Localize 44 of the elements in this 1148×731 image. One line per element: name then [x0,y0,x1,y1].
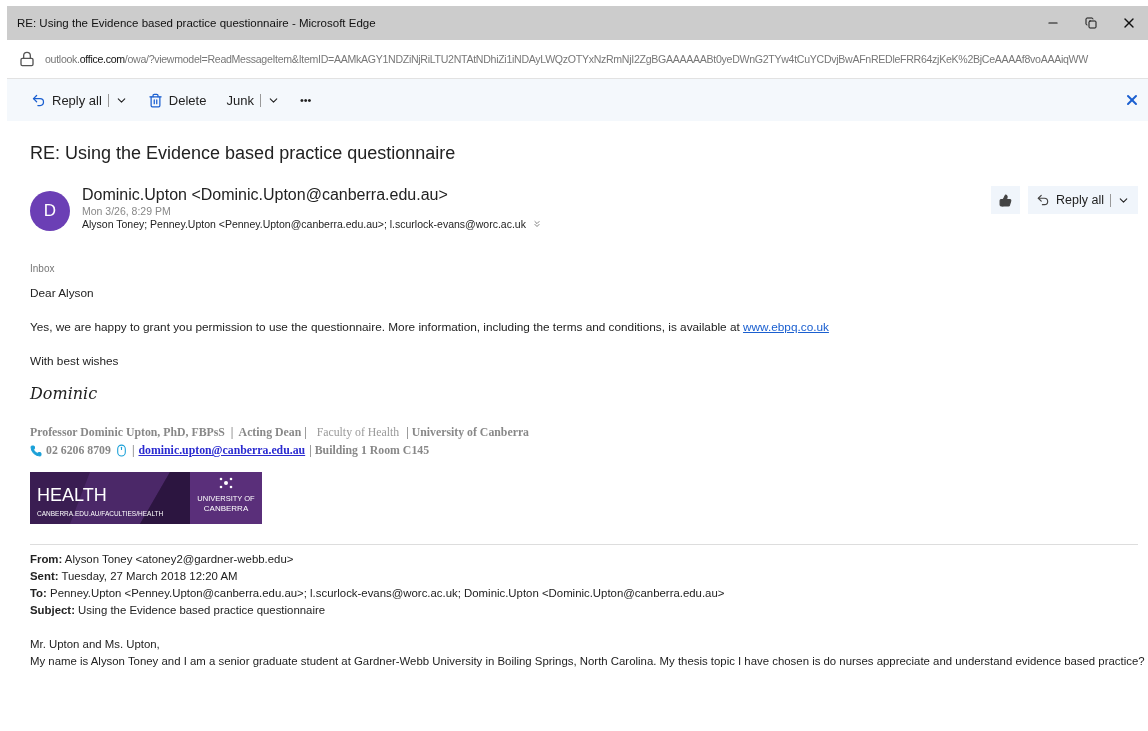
window-title: RE: Using the Evidence based practice questionnaire - Microsoft Edge [17,17,377,29]
email-link[interactable]: dominic.upton@canberra.edu.au [138,443,306,458]
quoted-header-line: Sent: Tuesday, 27 March 2018 12:20 AM [30,569,239,584]
reply-all-icon [31,92,46,108]
phone-number: 02 6206 8709 [46,443,111,458]
quoted-header-line: From: Alyson Toney <atoney2@gardner-webb.edu> [30,552,295,567]
signature-text: Faculty of Health [315,425,400,440]
sender-name: Dominic.Upton <Dominic.Upton@canberra.edu.au> [82,186,449,204]
folder-label: Inbox [30,263,56,274]
recipients: Alyson Toney; Penney.Upton <Penney.Upton@canberra.edu.au>; l.scurlock-evans@worc.ac.uk [82,218,526,230]
junk-button[interactable]: Junk [224,90,282,110]
mouse-icon [114,444,128,457]
expand-icon[interactable] [531,219,542,229]
restore-icon [1085,17,1097,29]
quoted-header-line: Subject: Using the Evidence based practice questionnaire [30,603,327,618]
like-button[interactable] [991,186,1021,214]
university-name: CANBERRA [202,504,250,513]
close-icon[interactable] [1124,92,1140,108]
signature-text: | University of Canberra [405,425,529,440]
message-date: Mon 3/26, 8:29 PM [82,205,171,217]
signature-text: Professor Dominic Upton, PhD, FBPsS | Acting Dean | [30,425,308,440]
phone-icon [30,444,42,457]
quoted-header-line: To: Penney.Upton <Penney.Upton@canberra.edu.au>; l.scurlock-evans@worc.ac.uk; Dominic.Upton <Dominic.Upton@canberra.edu.au> [30,586,726,601]
message-subject: RE: Using the Evidence based practice questionnaire [30,143,457,164]
thumbs-up-icon [999,193,1013,207]
lock-icon [19,51,35,67]
closing: With best wishes [30,354,120,368]
salutation: Mr. Upton and Ms. Upton, [30,637,161,652]
website-link[interactable]: www.ebpq.co.uk [743,320,829,334]
sender-avatar: D [30,191,70,231]
delete-icon [147,92,163,108]
delete-button[interactable]: Delete [145,90,209,110]
more-button[interactable]: ••• [297,92,314,108]
address-bar[interactable]: outlook.office.com/owa/?viewmodel=ReadMessageItem&ItemID=AAMkAGY1NDZiNjRiLTU2NTAtNDhiZi1iNDAyLWQzOTYxNzRmNjI2ZgBGAAAAAABt0yeDWnG2TYw4tCuYCDvjBwAFnREDleFRR64zjKeK%2BjCeAAAAf8voAAAiqWW [45,53,1088,65]
reply-all-button[interactable]: Reply all [1028,186,1138,214]
banner-title: HEALTH [37,485,107,506]
body-paragraph: Yes, we are happy to grant you permission to use the questionnaire. More information, including the terms and conditions, is available at www.ebpq.co.uk [30,320,830,334]
greeting: Dear Alyson [30,286,95,300]
quoted-paragraph: My name is Alyson Toney and I am a senior graduate student at Gardner-Webb University in Boiling Springs, North Carolina. My thesis topic I have chosen is do nurses appreciate and understand evidence based practice? [30,654,1146,669]
separator-text: | [131,443,135,458]
reply-all-icon [1036,193,1051,207]
reply-all-button[interactable]: Reply all [29,90,130,110]
office-location: | Building 1 Room C145 [309,443,430,458]
handwritten-signature: Dominic [30,384,99,403]
